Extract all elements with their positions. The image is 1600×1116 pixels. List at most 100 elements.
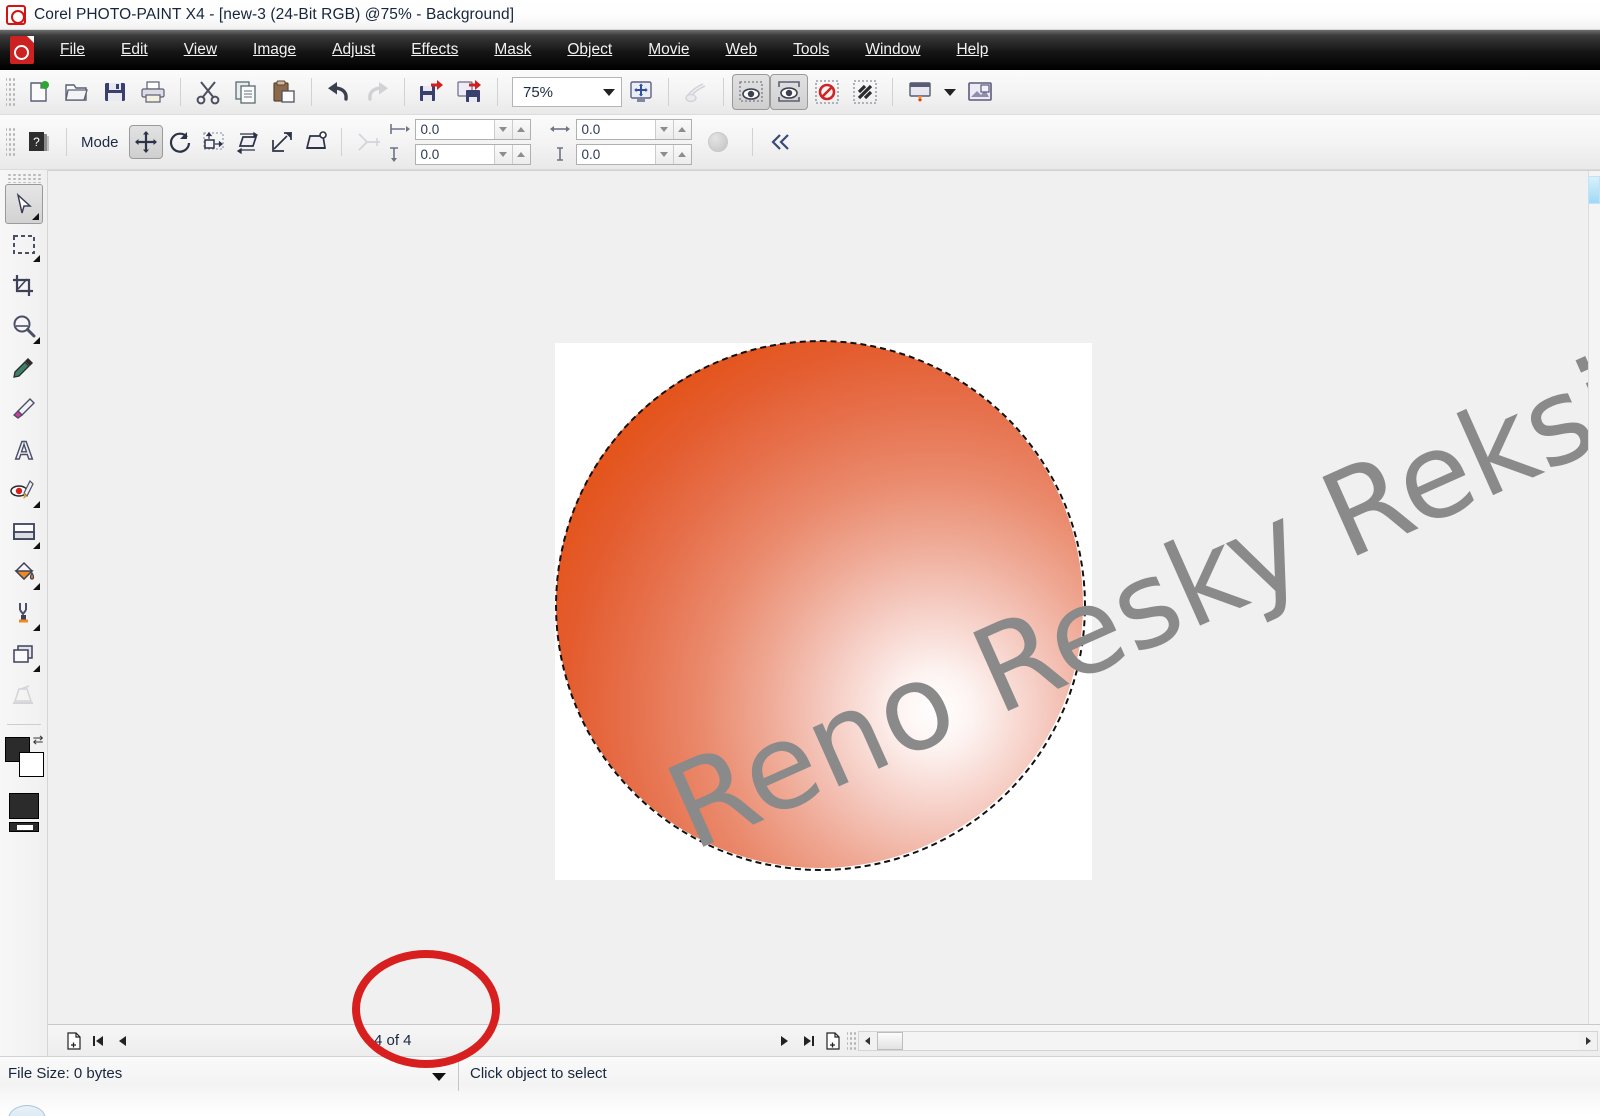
overprint-outline-swatch[interactable] — [8, 822, 39, 832]
chevron-down-icon[interactable] — [603, 88, 615, 96]
chevron-down-icon[interactable] — [944, 88, 956, 96]
menu-item-window[interactable]: Window — [847, 37, 938, 63]
skew-mode-button[interactable] — [231, 125, 265, 159]
flyout-arrow-icon[interactable] — [32, 542, 40, 549]
flyout-arrow-icon[interactable] — [31, 213, 39, 220]
undo-button[interactable] — [320, 74, 358, 110]
menu-item-web[interactable]: Web — [708, 37, 776, 63]
menu-item-object[interactable]: Object — [549, 37, 630, 63]
zoom-tool[interactable] — [5, 307, 43, 347]
flyout-arrow-icon[interactable] — [32, 255, 40, 262]
corel-connect-button[interactable] — [961, 74, 999, 110]
position-mode-button[interactable] — [128, 125, 163, 159]
fill-tool[interactable] — [5, 553, 43, 593]
rotate-mode-button[interactable] — [163, 125, 197, 159]
overprint-fill-swatch[interactable] — [8, 793, 39, 819]
launcher-dropdown[interactable] — [939, 74, 961, 110]
background-color-swatch[interactable] — [18, 752, 44, 777]
perspective-mode-button[interactable] — [299, 125, 333, 159]
mask-overlay-button[interactable] — [732, 74, 770, 110]
menu-item-view[interactable]: View — [166, 37, 235, 63]
apply-button[interactable] — [707, 132, 728, 152]
rectangle-shape-tool[interactable] — [5, 512, 43, 552]
horizontal-scrollbar-thumb[interactable] — [877, 1031, 903, 1050]
height-spinners[interactable] — [654, 145, 691, 164]
toolbox-grip[interactable] — [6, 173, 41, 183]
scale-mode-button[interactable] — [197, 125, 231, 159]
position-y-increment[interactable] — [511, 145, 530, 164]
width-decrement[interactable] — [654, 120, 673, 139]
export-button[interactable] — [451, 74, 489, 110]
object-transparency-tool[interactable] — [5, 635, 43, 675]
flyout-arrow-icon[interactable] — [32, 337, 40, 344]
mask-marquee-button[interactable] — [770, 74, 808, 110]
eyedropper-tool[interactable] — [5, 348, 43, 388]
menu-item-image[interactable]: Image — [235, 37, 314, 63]
flyout-arrow-icon[interactable] — [32, 583, 40, 590]
eraser-tool[interactable] — [5, 389, 43, 429]
context-help-icon[interactable]: ? — [20, 124, 58, 160]
first-frame-button[interactable] — [86, 1028, 110, 1054]
save-button[interactable] — [96, 74, 134, 110]
menu-item-adjust[interactable]: Adjust — [314, 37, 393, 63]
drop-shadow-tool[interactable] — [5, 676, 43, 716]
swap-colors-icon[interactable]: ⇄ — [33, 732, 44, 748]
cut-button[interactable] — [189, 74, 227, 110]
collapse-toolbar-button[interactable] — [761, 124, 799, 160]
crop-tool[interactable] — [5, 266, 43, 306]
toolbar-grip[interactable] — [6, 77, 15, 107]
mask-select-tool[interactable] — [5, 225, 43, 265]
document-icon[interactable] — [10, 36, 34, 64]
horizontal-scrollbar[interactable] — [858, 1030, 1598, 1051]
apply-effect-button[interactable] — [677, 74, 715, 110]
height-decrement[interactable] — [654, 145, 673, 164]
text-tool[interactable]: A — [5, 430, 43, 470]
fullscreen-preview-button[interactable] — [622, 74, 660, 110]
position-x-increment[interactable] — [511, 120, 530, 139]
horizontal-scrollbar-track[interactable] — [903, 1031, 1579, 1050]
new-button[interactable] — [20, 74, 58, 110]
position-y-decrement[interactable] — [493, 145, 512, 164]
width-field[interactable]: 0.0 — [575, 119, 692, 140]
chevron-down-icon[interactable] — [432, 1073, 446, 1081]
scroll-left-icon[interactable] — [859, 1032, 877, 1050]
distort-mode-button[interactable] — [265, 125, 299, 159]
vertical-scrollbar-thumb[interactable] — [1588, 176, 1600, 204]
red-eye-removal-tool[interactable] — [5, 471, 43, 511]
flyout-arrow-icon[interactable] — [32, 501, 40, 508]
application-launcher-button[interactable] — [901, 74, 939, 110]
scroll-right-icon[interactable] — [1579, 1032, 1597, 1050]
last-frame-button[interactable] — [797, 1028, 821, 1054]
copy-button[interactable] — [227, 74, 265, 110]
pick-tool[interactable] — [4, 184, 43, 224]
position-y-spinners[interactable] — [493, 145, 530, 164]
position-x-spinners[interactable] — [493, 120, 530, 139]
position-y-field[interactable]: 0.0 — [414, 144, 531, 165]
position-x-decrement[interactable] — [493, 120, 512, 139]
import-button[interactable] — [413, 74, 451, 110]
flyout-arrow-icon[interactable] — [32, 665, 40, 672]
redo-button[interactable] — [358, 74, 396, 110]
add-frame-button[interactable] — [821, 1028, 845, 1054]
menu-item-effects[interactable]: Effects — [393, 37, 476, 63]
vertical-scrollbar[interactable] — [1588, 171, 1600, 1054]
paste-button[interactable] — [265, 74, 303, 110]
menu-item-tools[interactable]: Tools — [775, 37, 847, 63]
width-spinners[interactable] — [654, 120, 691, 139]
flyout-arrow-icon[interactable] — [32, 624, 40, 631]
open-button[interactable] — [58, 74, 96, 110]
insert-frame-button[interactable] — [62, 1028, 86, 1054]
clear-mask-button[interactable] — [808, 74, 846, 110]
nav-bar-grip[interactable] — [847, 1030, 856, 1051]
menu-item-help[interactable]: Help — [938, 37, 1006, 63]
menu-item-file[interactable]: File — [42, 37, 103, 63]
position-x-field[interactable]: 0.0 — [414, 119, 531, 140]
menu-item-movie[interactable]: Movie — [630, 37, 707, 63]
print-button[interactable] — [134, 74, 172, 110]
interactive-fill-tool[interactable] — [5, 594, 43, 634]
overprint-fill-control[interactable] — [8, 793, 39, 832]
height-field[interactable]: 0.0 — [575, 144, 692, 165]
width-increment[interactable] — [672, 120, 691, 139]
zoom-level-combo[interactable]: 75% — [512, 77, 622, 107]
menu-item-edit[interactable]: Edit — [103, 37, 166, 63]
